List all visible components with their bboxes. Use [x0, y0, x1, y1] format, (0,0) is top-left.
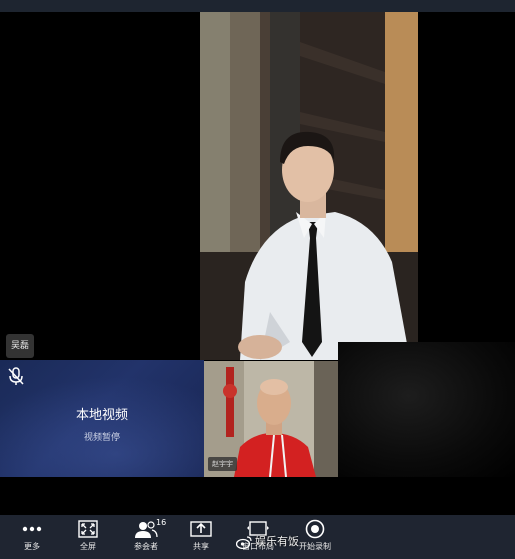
main-video-image [200, 12, 418, 360]
weibo-logo-icon [236, 535, 252, 549]
main-video-feed[interactable] [200, 12, 418, 360]
local-panel-background [0, 370, 204, 477]
fullscreen-button[interactable]: 全屏 [70, 515, 106, 559]
watermark-text: 娱乐有饭 [255, 535, 299, 548]
fullscreen-icon [78, 520, 98, 538]
main-participant-name-tag: 吴磊 [6, 334, 35, 358]
share-button[interactable]: 共享 [186, 515, 216, 559]
participants-button-label: 参会者 [134, 542, 158, 551]
share-button-label: 共享 [193, 542, 209, 551]
local-video-panel[interactable]: 本地视频 视频暂停 [0, 360, 204, 477]
local-video-title: 本地视频 [75, 408, 128, 423]
window-top-bar [0, 0, 515, 12]
empty-video-area [338, 342, 515, 477]
local-video-status: 视频暂停 [83, 433, 120, 443]
more-button[interactable]: 更多 [14, 515, 50, 559]
watermark: 娱乐有饭 [236, 533, 299, 549]
more-button-label: 更多 [24, 542, 40, 551]
participants-count-badge: 16 [156, 518, 167, 527]
record-icon [305, 519, 325, 539]
fullscreen-button-label: 全屏 [80, 542, 96, 551]
thumbnail-participant-name-tag: 赵宇宇 [208, 457, 237, 471]
share-screen-icon [190, 521, 212, 537]
video-stage: 吴磊 本地视频 视频暂停 赵宇宇 [0, 12, 515, 515]
mic-muted-icon[interactable] [6, 366, 26, 386]
more-dots-icon [22, 526, 42, 532]
